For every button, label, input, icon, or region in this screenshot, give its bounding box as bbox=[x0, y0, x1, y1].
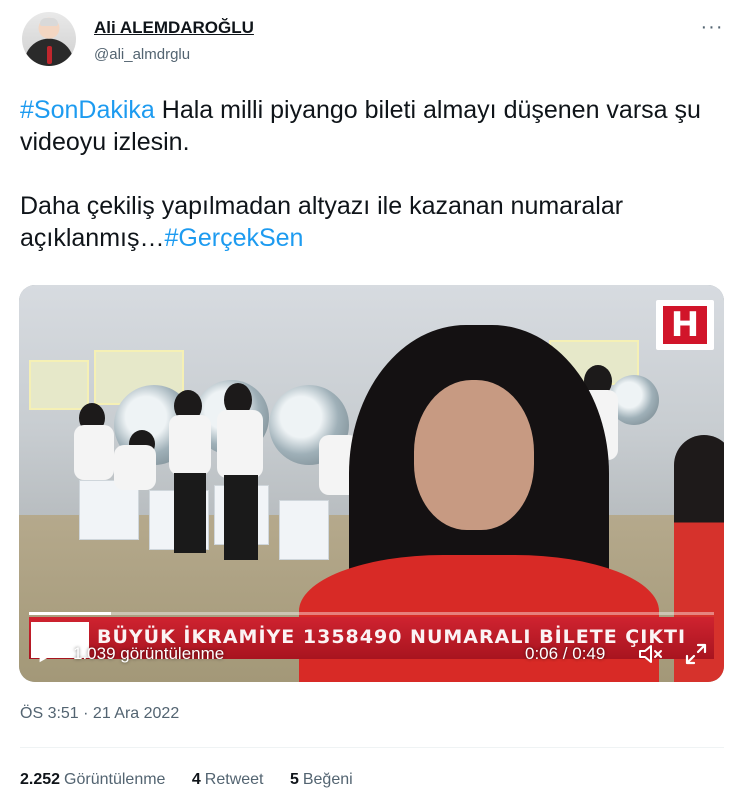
video-frame: H BÜYÜK İKRAMİYE 1358490 NUMARALI BİLETE… bbox=[19, 285, 724, 682]
tweet-stats: 2.252 Görüntülenme 4 Retweet 5 Beğeni bbox=[20, 771, 375, 789]
likes-count: 5 bbox=[289, 771, 299, 788]
author-handle[interactable]: @ali_almdrglu bbox=[94, 46, 190, 63]
avatar-hair bbox=[40, 18, 58, 26]
presenter-shirt bbox=[114, 445, 156, 490]
presenter-shirt bbox=[169, 415, 211, 475]
volume-icon[interactable] bbox=[637, 642, 663, 666]
avatar-tie bbox=[47, 46, 52, 64]
divider bbox=[20, 747, 724, 748]
tweet-text-line2: Daha çekiliş yapılmadan altyazı ile kaza… bbox=[20, 192, 624, 252]
video-view-count: 1.039 görüntülenme bbox=[73, 644, 225, 663]
stat-retweets[interactable]: 4 Retweet bbox=[192, 771, 264, 789]
video-progress-bar[interactable] bbox=[29, 612, 714, 615]
presenter-skirt bbox=[224, 475, 258, 560]
channel-logo-letter: H bbox=[663, 306, 707, 344]
likes-label: Beğeni bbox=[302, 771, 353, 788]
reporter-face bbox=[414, 380, 534, 530]
video-progress-fill bbox=[29, 612, 112, 615]
tweet-header: Ali ALEMDAROĞLU @ali_almdrglu ··· bbox=[0, 0, 742, 90]
tweet-text: #SonDakika Hala milli piyango bileti alm… bbox=[20, 94, 720, 254]
avatar[interactable] bbox=[22, 12, 76, 66]
presenter-shirt bbox=[217, 410, 263, 478]
presenter-skirt bbox=[174, 473, 206, 553]
channel-logo: H bbox=[656, 300, 714, 350]
drum-stand bbox=[279, 500, 329, 560]
retweets-label: Retweet bbox=[204, 771, 264, 788]
hashtag-sondakika[interactable]: #SonDakika bbox=[20, 96, 155, 124]
stat-likes[interactable]: 5 Beğeni bbox=[290, 771, 353, 789]
presenter-shirt bbox=[74, 425, 114, 480]
retweets-count: 4 bbox=[191, 771, 201, 788]
tweet-paragraph-2: Daha çekiliş yapılmadan altyazı ile kaza… bbox=[20, 190, 720, 254]
video-time: 0:06 / 0:49 bbox=[525, 644, 606, 663]
more-dots-icon[interactable]: ··· bbox=[700, 17, 724, 40]
tweet-paragraph-1: #SonDakika Hala milli piyango bileti alm… bbox=[20, 94, 720, 158]
video-player[interactable]: H BÜYÜK İKRAMİYE 1358490 NUMARALI BİLETE… bbox=[19, 285, 724, 682]
stat-views[interactable]: 2.252 Görüntülenme bbox=[20, 771, 165, 789]
author-name[interactable]: Ali ALEMDAROĞLU bbox=[94, 18, 254, 38]
views-count: 2.252 bbox=[20, 771, 61, 788]
fullscreen-icon[interactable] bbox=[684, 642, 708, 666]
hashtag-gerceksen[interactable]: #GerçekSen bbox=[164, 224, 303, 252]
play-icon[interactable] bbox=[35, 643, 57, 665]
tweet-timestamp[interactable]: ÖS 3:51 · 21 Ara 2022 bbox=[20, 705, 179, 723]
views-label: Görüntülenme bbox=[64, 771, 166, 788]
lottery-banner bbox=[29, 360, 89, 410]
